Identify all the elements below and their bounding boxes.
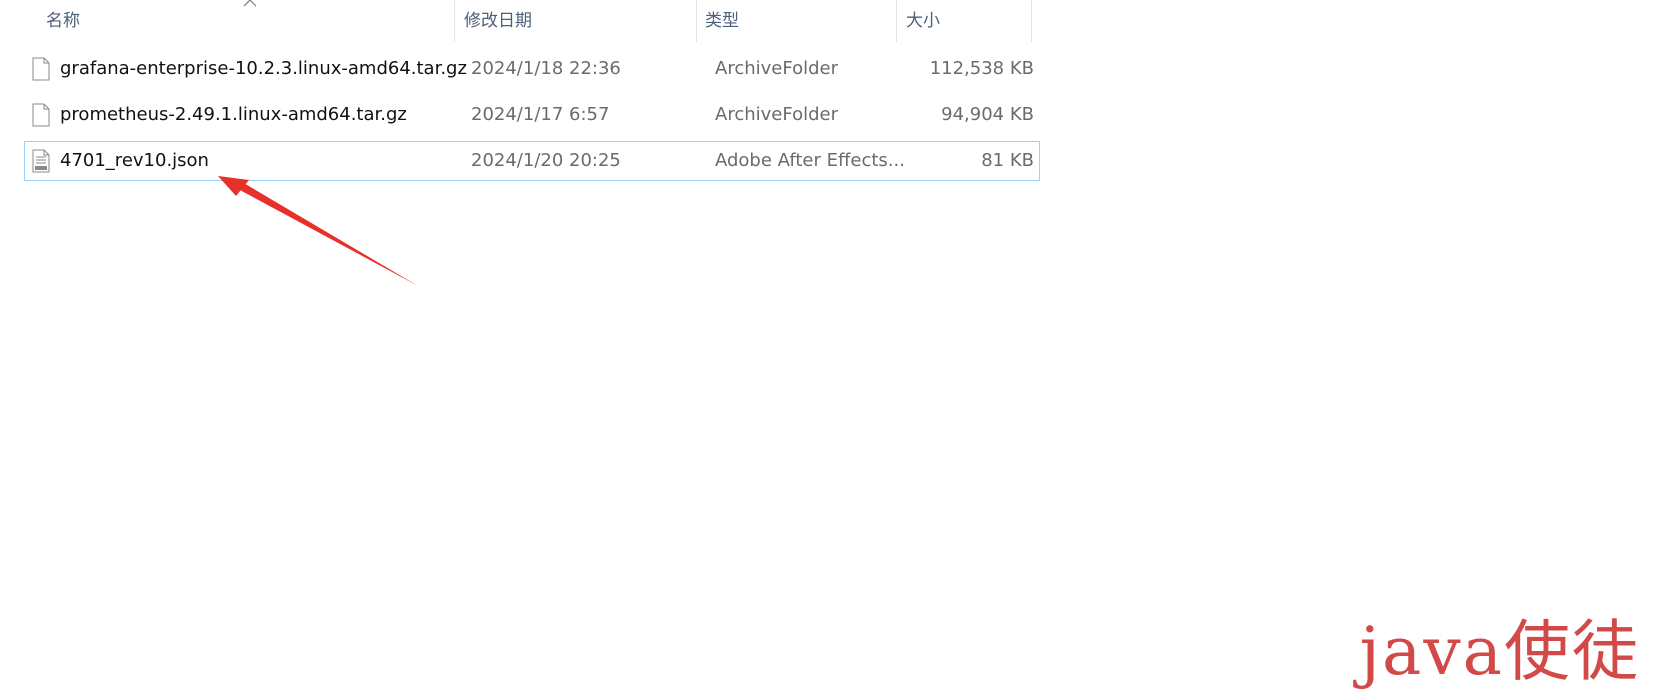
file-date: 2024/1/18 22:36: [471, 58, 621, 79]
file-type: ArchiveFolder: [715, 58, 838, 79]
file-type: Adobe After Effects...: [715, 150, 905, 171]
column-header-bar: 名称 修改日期 类型 大小: [0, 0, 1045, 42]
column-header-type[interactable]: 类型: [705, 0, 739, 42]
file-row-selected[interactable]: 4701_rev10.json 2024/1/20 20:25 Adobe Af…: [24, 141, 1040, 181]
file-size: 112,538 KB: [929, 58, 1034, 79]
column-divider[interactable]: [696, 0, 697, 42]
column-divider[interactable]: [896, 0, 897, 42]
chevron-up-icon: [243, 0, 257, 7]
file-size: 81 KB: [981, 150, 1034, 171]
file-name: grafana-enterprise-10.2.3.linux-amd64.ta…: [60, 58, 467, 79]
file-explorer: 名称 修改日期 类型 大小 grafana-enterprise-10.2.3.…: [0, 0, 1045, 200]
file-icon: [32, 103, 50, 127]
file-row[interactable]: prometheus-2.49.1.linux-amd64.tar.gz 202…: [24, 95, 1040, 135]
file-date: 2024/1/20 20:25: [471, 150, 621, 171]
column-header-size[interactable]: 大小: [906, 0, 940, 42]
column-divider[interactable]: [1031, 0, 1032, 42]
file-name: 4701_rev10.json: [60, 150, 209, 171]
file-size: 94,904 KB: [941, 104, 1034, 125]
file-icon: [32, 57, 50, 81]
json-file-icon: [32, 149, 50, 173]
column-divider[interactable]: [454, 0, 455, 42]
column-header-name[interactable]: 名称: [46, 0, 80, 42]
file-type: ArchiveFolder: [715, 104, 838, 125]
file-date: 2024/1/17 6:57: [471, 104, 610, 125]
column-header-date[interactable]: 修改日期: [464, 0, 532, 42]
file-name: prometheus-2.49.1.linux-amd64.tar.gz: [60, 104, 407, 125]
file-row[interactable]: grafana-enterprise-10.2.3.linux-amd64.ta…: [24, 49, 1040, 89]
watermark-text: java使徒: [1359, 613, 1640, 690]
